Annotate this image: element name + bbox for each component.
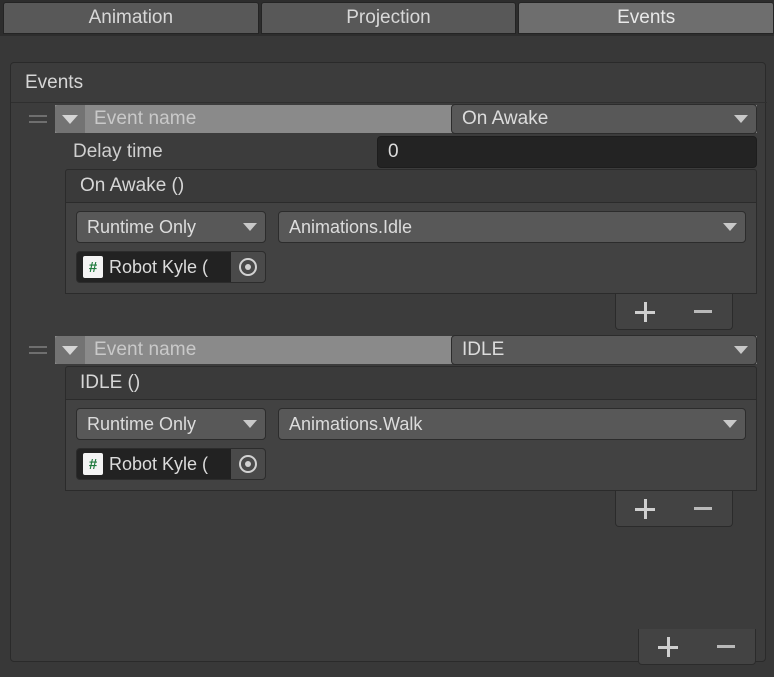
event-type-value: IDLE bbox=[462, 339, 505, 360]
tab-animation-label: Animation bbox=[88, 7, 174, 28]
call-signature-label: IDLE () bbox=[80, 372, 141, 393]
event-header: Event name IDLE bbox=[21, 334, 757, 366]
event-type-value: On Awake bbox=[462, 108, 549, 129]
call-function-dropdown[interactable]: Animations.Walk bbox=[278, 408, 746, 440]
plus-icon bbox=[635, 301, 655, 322]
triangle-down-icon bbox=[62, 114, 78, 124]
drag-handle-icon[interactable] bbox=[21, 334, 55, 366]
minus-icon bbox=[717, 645, 735, 648]
event-add-remove-group bbox=[638, 629, 756, 665]
call-mode-dropdown[interactable]: Runtime Only bbox=[76, 211, 266, 243]
call-list-footer bbox=[21, 294, 757, 334]
panel-title: Events bbox=[25, 71, 84, 93]
chevron-down-icon bbox=[734, 346, 748, 354]
call-list-footer bbox=[21, 491, 757, 531]
script-glyph: # bbox=[88, 258, 98, 276]
call-mode-dropdown[interactable]: Runtime Only bbox=[76, 408, 266, 440]
call-object-field[interactable]: # Robot Kyle ( bbox=[76, 251, 266, 283]
events-panel: Events Event name On Awake Delay time 0 … bbox=[10, 62, 767, 662]
call-list: Runtime Only Animations.Idle # Robot Kyl… bbox=[65, 203, 757, 294]
call-function-value: Animations.Walk bbox=[289, 413, 423, 434]
call-add-remove-group bbox=[615, 491, 733, 527]
events-list-footer bbox=[10, 629, 766, 673]
call-object-name: Robot Kyle ( bbox=[109, 453, 209, 474]
event-block: Event name IDLE IDLE () Runtime Only Ani… bbox=[21, 334, 757, 531]
call-mode-value: Runtime Only bbox=[87, 413, 197, 434]
tab-events[interactable]: Events bbox=[518, 2, 774, 34]
script-glyph: # bbox=[88, 455, 98, 473]
call-function-dropdown[interactable]: Animations.Idle bbox=[278, 211, 746, 243]
chevron-down-icon bbox=[734, 115, 748, 123]
delay-time-input[interactable]: 0 bbox=[377, 136, 757, 168]
foldout-toggle[interactable] bbox=[55, 105, 85, 133]
inspector-events-panel: Animation Projection Events Events Event… bbox=[0, 0, 774, 677]
minus-icon bbox=[694, 310, 712, 313]
chevron-down-icon bbox=[243, 420, 257, 428]
add-call-button[interactable] bbox=[625, 494, 665, 524]
minus-icon bbox=[694, 507, 712, 510]
foldout-toggle[interactable] bbox=[55, 336, 85, 364]
add-event-button[interactable] bbox=[648, 632, 688, 662]
triangle-down-icon bbox=[62, 345, 78, 355]
event-block: Event name On Awake Delay time 0 On Awak… bbox=[21, 103, 757, 334]
chevron-down-icon bbox=[723, 420, 737, 428]
delay-time-value: 0 bbox=[388, 141, 399, 162]
tab-animation[interactable]: Animation bbox=[3, 2, 259, 34]
call-mode-value: Runtime Only bbox=[87, 216, 197, 237]
target-picker-icon bbox=[239, 455, 257, 473]
call-object-field[interactable]: # Robot Kyle ( bbox=[76, 448, 266, 480]
target-picker-icon bbox=[239, 258, 257, 276]
tab-projection[interactable]: Projection bbox=[260, 2, 517, 34]
remove-call-button[interactable] bbox=[683, 297, 723, 327]
object-picker-button[interactable] bbox=[231, 252, 265, 282]
call-row: Runtime Only Animations.Walk bbox=[76, 408, 746, 440]
drag-handle-icon[interactable] bbox=[21, 103, 55, 135]
call-signature-label: On Awake () bbox=[80, 175, 185, 196]
plus-icon bbox=[635, 498, 655, 519]
event-name-label: Event name bbox=[94, 108, 197, 129]
delay-time-label: Delay time bbox=[73, 141, 163, 162]
events-list: Event name On Awake Delay time 0 On Awak… bbox=[21, 103, 757, 623]
chevron-down-icon bbox=[723, 223, 737, 231]
object-picker-button[interactable] bbox=[231, 449, 265, 479]
call-function-value: Animations.Idle bbox=[289, 216, 413, 237]
add-call-button[interactable] bbox=[625, 297, 665, 327]
call-add-remove-group bbox=[615, 294, 733, 330]
tab-events-label: Events bbox=[617, 7, 676, 28]
remove-call-button[interactable] bbox=[683, 494, 723, 524]
call-object-name: Robot Kyle ( bbox=[109, 256, 209, 277]
event-type-dropdown[interactable]: IDLE bbox=[451, 335, 757, 365]
tab-projection-label: Projection bbox=[346, 7, 431, 28]
event-type-dropdown[interactable]: On Awake bbox=[451, 104, 757, 134]
tab-bar: Animation Projection Events bbox=[0, 0, 774, 36]
call-list: Runtime Only Animations.Walk # Robot Kyl… bbox=[65, 400, 757, 491]
delay-time-row: Delay time 0 bbox=[55, 135, 757, 169]
call-signature-bar: IDLE () bbox=[65, 366, 757, 400]
event-name-label: Event name bbox=[94, 339, 197, 360]
remove-event-button[interactable] bbox=[706, 632, 746, 662]
chevron-down-icon bbox=[243, 223, 257, 231]
csharp-script-icon: # bbox=[83, 453, 103, 475]
csharp-script-icon: # bbox=[83, 256, 103, 278]
call-row: Runtime Only Animations.Idle bbox=[76, 211, 746, 243]
call-signature-bar: On Awake () bbox=[65, 169, 757, 203]
event-header: Event name On Awake bbox=[21, 103, 757, 135]
panel-header: Events bbox=[11, 63, 767, 103]
plus-icon bbox=[658, 636, 678, 657]
